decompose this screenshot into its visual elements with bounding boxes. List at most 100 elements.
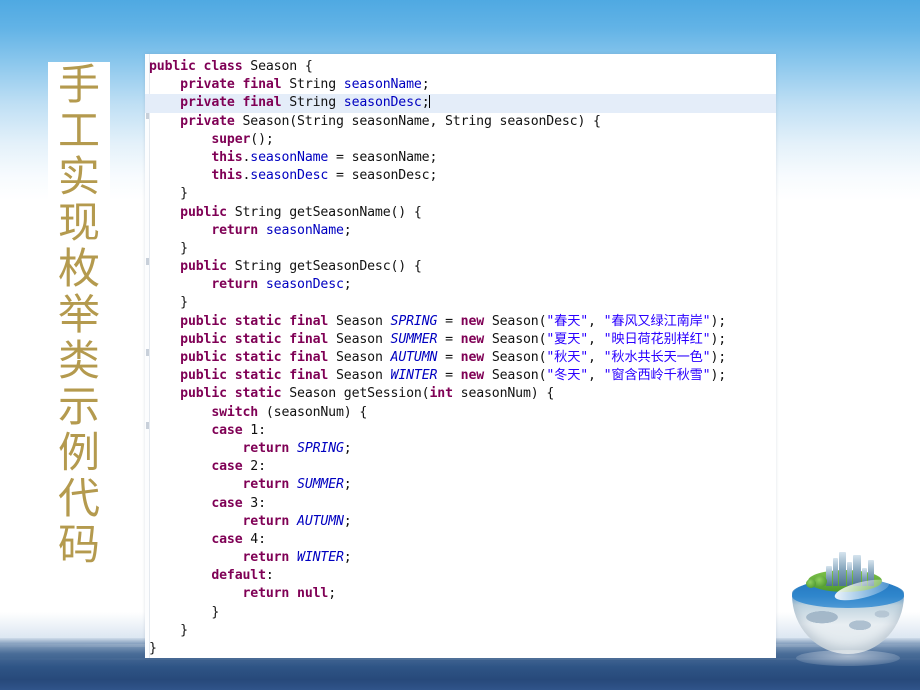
code-token-pln [289,441,297,456]
code-line[interactable]: case 2: [145,458,776,476]
code-line[interactable]: return SPRING; [145,440,776,458]
code-line[interactable]: private final String seasonName; [145,76,776,94]
code-token-kw: new [460,350,485,365]
code-line[interactable]: } [145,185,776,203]
code-token-kw: final [289,331,329,347]
code-line[interactable]: } [145,240,776,258]
code-token-fld: seasonName [265,222,344,238]
code-token-pln: Season [328,313,391,329]
code-token-pln: String [281,95,344,111]
code-line[interactable]: return AUTUMN; [145,513,776,531]
code-token-pln: Season [328,368,391,384]
code-token-pln: : [265,568,274,584]
code-token-stfld: AUTUMN [390,350,438,365]
code-token-kw: return [242,550,290,566]
code-line[interactable]: return seasonName; [145,222,776,240]
code-token-pln: = seasonDesc; [328,168,438,184]
code-line[interactable]: public static final Season SPRING = new … [145,313,776,331]
code-token-kw: case [211,495,243,511]
code-line[interactable]: case 1: [145,422,776,440]
code-token-kw: private [180,95,235,111]
code-token-kw: return [211,222,259,238]
code-token-kw: class [203,59,243,74]
code-token-stfld: SPRING [297,440,344,456]
code-line[interactable]: default: [145,567,776,585]
code-token-str: "春天" [546,313,589,329]
code-token-kw: new [460,313,485,329]
code-line[interactable]: return SUMMER; [145,476,776,494]
code-line[interactable]: private Season(String seasonName, String… [145,113,776,131]
code-line[interactable]: public String getSeasonDesc() { [145,258,776,276]
code-token-kw: static [234,368,282,384]
code-token-kw: static [234,331,282,347]
code-token-pln: } [180,622,188,638]
page-title-char: 码 [57,520,100,569]
code-token-pln: ); [710,368,727,384]
code-token-kw: this [211,149,243,165]
code-token-pln: } [180,240,188,256]
code-token-pln: Season(String seasonName, String seasonD… [234,113,601,129]
code-token-pln: = seasonName; [328,149,438,165]
code-token-str: "映日荷花别样红" [603,331,711,347]
code-token-pln [258,277,266,292]
code-line[interactable]: this.seasonDesc = seasonDesc; [145,167,776,185]
code-line[interactable]: switch (seasonNum) { [145,404,776,422]
code-token-pln: = [437,313,461,329]
code-token-str: "秋天" [546,350,589,365]
code-line[interactable]: case 4: [145,531,776,549]
code-token-pln: } [149,641,157,656]
code-token-kw: public [180,386,227,402]
page-title-char: 实 [57,152,100,201]
code-token-kw: public [180,204,227,220]
code-line[interactable]: } [145,604,776,622]
code-token-kw: private [180,77,235,93]
code-line[interactable]: this.seasonName = seasonName; [145,149,776,167]
code-line[interactable]: case 3: [145,495,776,513]
code-line-highlighted[interactable]: private final String seasonDesc; [145,94,776,113]
code-token-pln [227,332,235,347]
page-title-char: 示 [57,382,100,431]
code-token-kw: final [289,350,329,365]
code-line[interactable]: public static final Season SUMMER = new … [145,331,776,349]
code-line[interactable]: } [145,640,776,658]
code-line[interactable]: public static final Season WINTER = new … [145,367,776,385]
code-token-pln [227,386,235,401]
code-token-fld: seasonName [250,149,329,165]
code-line[interactable]: public static final Season AUTUMN = new … [145,349,776,367]
code-token-fld: seasonDesc [265,277,344,293]
code-line[interactable]: public static Season getSession(int seas… [145,385,776,403]
code-token-pln [227,314,235,329]
code-token-kw: final [289,368,329,384]
code-token-pln: String getSeasonDesc() { [226,259,422,275]
code-token-pln: } [211,604,220,620]
code-line[interactable]: return WINTER; [145,549,776,567]
code-token-pln [289,477,297,492]
code-token-pln: } [180,295,188,311]
page-title-char: 现 [57,198,100,247]
code-token-pln: Season [328,331,391,347]
code-token-str: "春风又绿江南岸" [603,313,711,329]
code-line[interactable]: return null; [145,585,776,603]
code-line[interactable]: public class Season { [145,58,776,76]
code-line[interactable]: public String getSeasonName() { [145,204,776,222]
code-line[interactable]: super(); [145,131,776,149]
code-token-kw: static [234,350,282,365]
code-line[interactable]: } [145,294,776,312]
page-title-char: 代 [57,474,100,523]
code-token-kw: final [242,95,282,111]
code-token-kw: public [149,59,196,74]
code-token-pln [235,95,243,110]
code-line[interactable]: return seasonDesc; [145,276,776,294]
code-token-pln: = [437,350,461,365]
code-line[interactable]: } [145,622,776,640]
code-block[interactable]: public class Season { private final Stri… [145,58,776,658]
